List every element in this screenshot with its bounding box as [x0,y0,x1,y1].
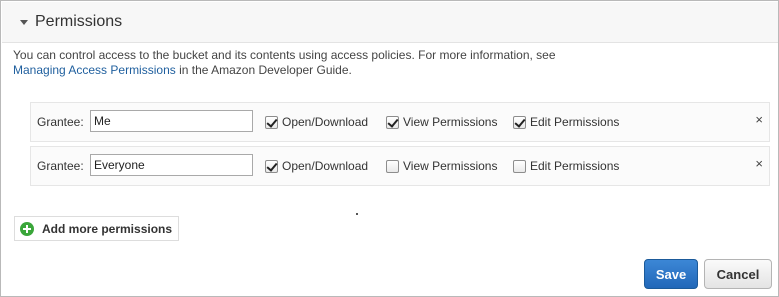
permissions-description: You can control access to the bucket and… [13,48,713,78]
caret-down-icon[interactable] [20,19,28,25]
cancel-button[interactable]: Cancel [704,259,772,289]
add-circle-icon [20,221,34,236]
save-button[interactable]: Save [644,259,698,289]
permissions-panel: Permissions You can control access to th… [0,0,779,297]
edit-permissions-label: Edit Permissions [530,115,620,129]
stray-dot [356,213,358,215]
view-permissions-option[interactable]: View Permissions [386,159,497,173]
open-download-option[interactable]: Open/Download [265,115,368,129]
grantee-input[interactable] [90,110,253,132]
permissions-header[interactable]: Permissions [2,2,778,43]
open-download-label: Open/Download [282,115,369,129]
grantee-label: Grantee: [37,115,84,129]
open-download-checkbox[interactable] [265,115,278,129]
grantee-input[interactable] [90,154,253,176]
grantee-row: Grantee: Open/Download View Permissions … [30,102,770,142]
open-download-checkbox[interactable] [265,159,278,173]
grantee-row: Grantee: Open/Download View Permissions … [30,146,770,186]
add-more-permissions-button[interactable]: Add more permissions [14,216,180,241]
open-download-label: Open/Download [282,159,369,173]
view-permissions-checkbox[interactable] [386,115,399,129]
description-text-after: in the Amazon Developer Guide. [175,63,352,77]
view-permissions-label: View Permissions [403,159,498,173]
grantee-label: Grantee: [37,159,84,173]
view-permissions-checkbox[interactable] [386,159,399,173]
edit-permissions-option[interactable]: Edit Permissions [513,115,619,129]
description-text: You can control access to the bucket and… [13,48,556,62]
view-permissions-option[interactable]: View Permissions [386,115,497,129]
edit-permissions-option[interactable]: Edit Permissions [513,159,619,173]
add-more-permissions-label: Add more permissions [42,221,173,236]
remove-grantee-icon[interactable]: × [755,112,763,127]
edit-permissions-label: Edit Permissions [530,159,620,173]
open-download-option[interactable]: Open/Download [265,159,368,173]
view-permissions-label: View Permissions [403,115,498,129]
remove-grantee-icon[interactable]: × [755,156,763,171]
edit-permissions-checkbox[interactable] [513,159,526,173]
managing-access-permissions-link[interactable]: Managing Access Permissions [13,63,176,77]
edit-permissions-checkbox[interactable] [513,115,526,129]
section-title: Permissions [35,13,123,30]
